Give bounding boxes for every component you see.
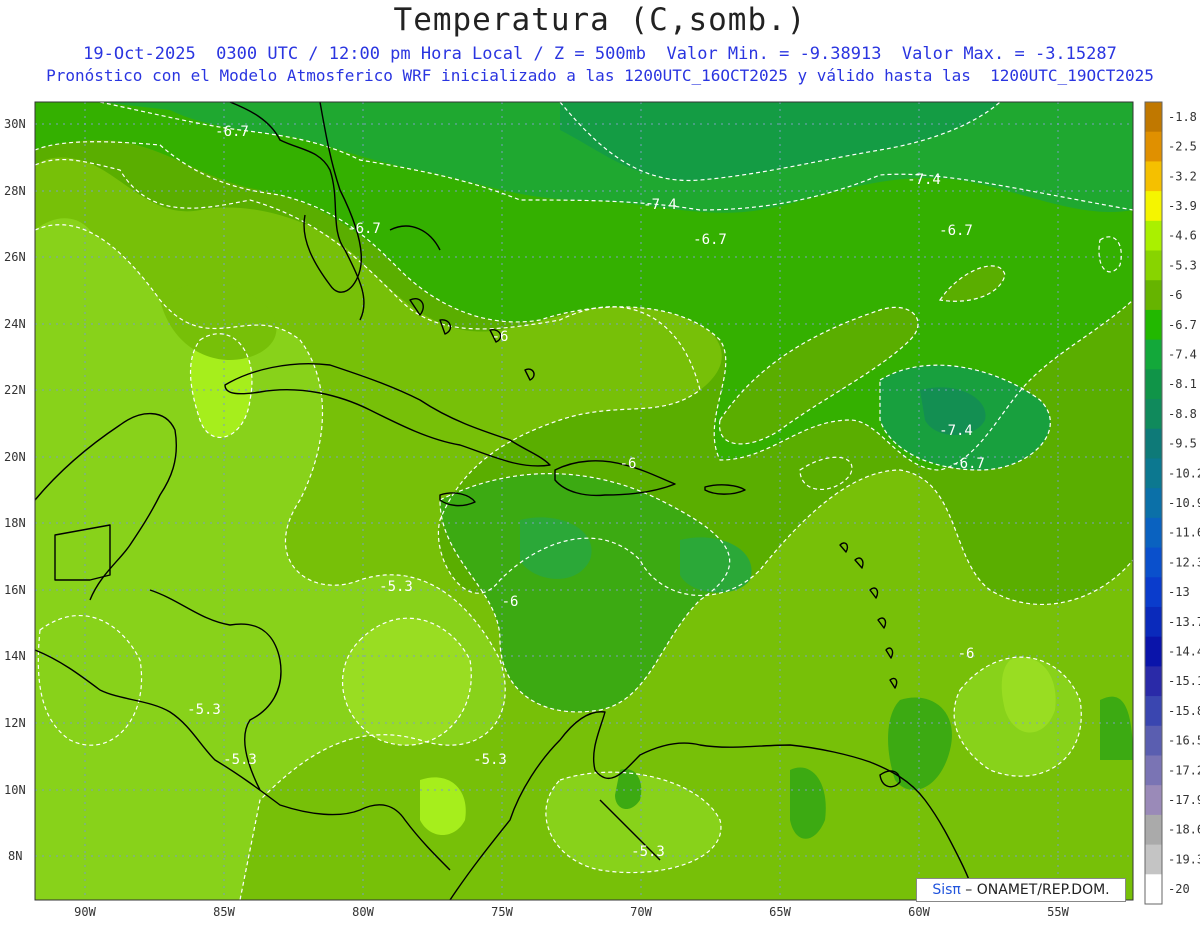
contour-label: -5.3: [223, 752, 257, 768]
colorbar-label: -18.6: [1168, 823, 1200, 837]
lon-tick-label: 90W: [74, 905, 96, 919]
colorbar-label: -15.8: [1168, 704, 1200, 718]
colorbar-label: -15.1: [1168, 674, 1200, 688]
colorbar-label: -3.2: [1168, 169, 1197, 183]
contour-label: -6.7: [347, 221, 381, 237]
colorbar-swatch: [1145, 280, 1162, 311]
colorbar-label: -4.6: [1168, 229, 1197, 243]
colorbar-label: -13: [1168, 585, 1190, 599]
contour-label: -6.7: [693, 232, 727, 248]
colorbar-swatch: [1145, 606, 1162, 638]
colorbar-label: -13.7: [1168, 615, 1200, 629]
colorbar-label: -17.9: [1168, 793, 1200, 807]
colorbar-label: -6: [1168, 288, 1182, 302]
colorbar-swatch: [1145, 428, 1162, 459]
contour-label: -6: [502, 594, 519, 610]
colorbar-swatch: [1145, 369, 1162, 400]
colorbar-swatch: [1145, 399, 1162, 430]
colorbar-label: -8.8: [1168, 407, 1197, 421]
colorbar-label: -11.6: [1168, 526, 1200, 540]
colorbar-label: -12.3: [1168, 555, 1200, 569]
colorbar-swatch: [1145, 488, 1162, 519]
colorbar-swatch: [1145, 755, 1162, 786]
temperature-shading: [35, 102, 1133, 900]
lat-tick-label: 26N: [4, 250, 26, 264]
lat-tick-label: 22N: [4, 383, 26, 397]
colorbar-swatch: [1145, 309, 1162, 341]
colorbar-label: -2.5: [1168, 140, 1197, 154]
colorbar-swatch: [1145, 517, 1162, 549]
colorbar-label: -8.1: [1168, 377, 1197, 391]
colorbar-swatch: [1145, 339, 1162, 370]
colorbar-label: -6.7: [1168, 318, 1197, 332]
contour-label: -6.7: [939, 223, 973, 239]
contour-label: -6: [492, 329, 509, 345]
contour-label: -6: [620, 456, 637, 472]
colorbar-swatch: [1145, 131, 1162, 162]
colorbar-label: -9.5: [1168, 437, 1197, 451]
colorbar-swatch: [1145, 666, 1162, 697]
colorbar-swatch: [1145, 220, 1162, 252]
colorbar-swatch: [1145, 785, 1162, 816]
credit-org: – ONAMET/REP.DOM.: [960, 882, 1110, 898]
lat-tick-label: 20N: [4, 450, 26, 464]
lat-tick-label: 24N: [4, 317, 26, 331]
lon-tick-label: 60W: [908, 905, 930, 919]
lat-tick-label: 8N: [8, 849, 22, 863]
contour-label: -7.4: [643, 197, 677, 213]
colorbar-swatch: [1145, 696, 1162, 727]
contour-label: -5.3: [473, 752, 507, 768]
colorbar-swatch: [1145, 577, 1162, 608]
lon-tick-label: 55W: [1047, 905, 1069, 919]
contour-label: -5.3: [631, 844, 665, 860]
credit-box: Sisπ – ONAMET/REP.DOM.: [916, 878, 1126, 902]
colorbar-label: -17.2: [1168, 763, 1200, 777]
colorbar-label: -19.3: [1168, 852, 1200, 866]
colorbar-label: -20: [1168, 882, 1190, 896]
colorbar-label: -16.5: [1168, 734, 1200, 748]
colorbar: -1.8 -2.5 -3.2 -3.9 -4.6 -5.3 -6 -6.7 -7.4 -8.1 -8…: [1144, 101, 1200, 905]
lat-tick-label: 28N: [4, 184, 26, 198]
temperature-map: 30N 28N 26N 24N 22N 20N 18N 16N 14N 12N …: [4, 101, 1200, 919]
colorbar-swatch: [1145, 814, 1162, 846]
latitude-axis: 30N 28N 26N 24N 22N 20N 18N 16N 14N 12N …: [4, 117, 26, 863]
lat-tick-label: 30N: [4, 117, 26, 131]
lon-tick-label: 75W: [491, 905, 513, 919]
contour-label: -6.7: [951, 456, 985, 472]
colorbar-label: -3.9: [1168, 199, 1197, 213]
contour-label: -5.3: [187, 702, 221, 718]
longitude-axis: 90W 85W 80W 75W 70W 65W 60W 55W: [74, 905, 1069, 919]
colorbar-label: -1.8: [1168, 110, 1197, 124]
colorbar-swatch: [1145, 636, 1162, 667]
colorbar-swatch: [1145, 547, 1162, 578]
lon-tick-label: 85W: [213, 905, 235, 919]
colorbar-swatch: [1145, 874, 1162, 905]
colorbar-swatch: [1145, 191, 1162, 222]
colorbar-label: -7.4: [1168, 347, 1197, 361]
lat-tick-label: 18N: [4, 516, 26, 530]
lat-tick-label: 16N: [4, 583, 26, 597]
colorbar-label: -14.4: [1168, 645, 1200, 659]
sispi-logo: Sisπ: [932, 882, 961, 898]
colorbar-swatch: [1145, 725, 1162, 756]
contour-label: -5.3: [379, 579, 413, 595]
lat-tick-label: 14N: [4, 649, 26, 663]
lat-tick-label: 10N: [4, 783, 26, 797]
contour-label: -7.4: [939, 423, 973, 439]
colorbar-label: -5.3: [1168, 258, 1197, 272]
colorbar-swatch: [1145, 250, 1162, 281]
colorbar-swatch: [1145, 844, 1162, 875]
lat-tick-label: 12N: [4, 716, 26, 730]
colorbar-swatch: [1145, 102, 1162, 133]
contour-label: -6: [958, 646, 975, 662]
contour-label: -6.7: [215, 124, 249, 140]
lon-tick-label: 80W: [352, 905, 374, 919]
colorbar-label: -10.2: [1168, 466, 1200, 480]
contour-label: -7.4: [907, 172, 941, 188]
colorbar-swatch: [1145, 458, 1162, 489]
colorbar-label: -10.9: [1168, 496, 1200, 510]
colorbar-swatch: [1145, 161, 1162, 192]
lon-tick-label: 65W: [769, 905, 791, 919]
lon-tick-label: 70W: [630, 905, 652, 919]
